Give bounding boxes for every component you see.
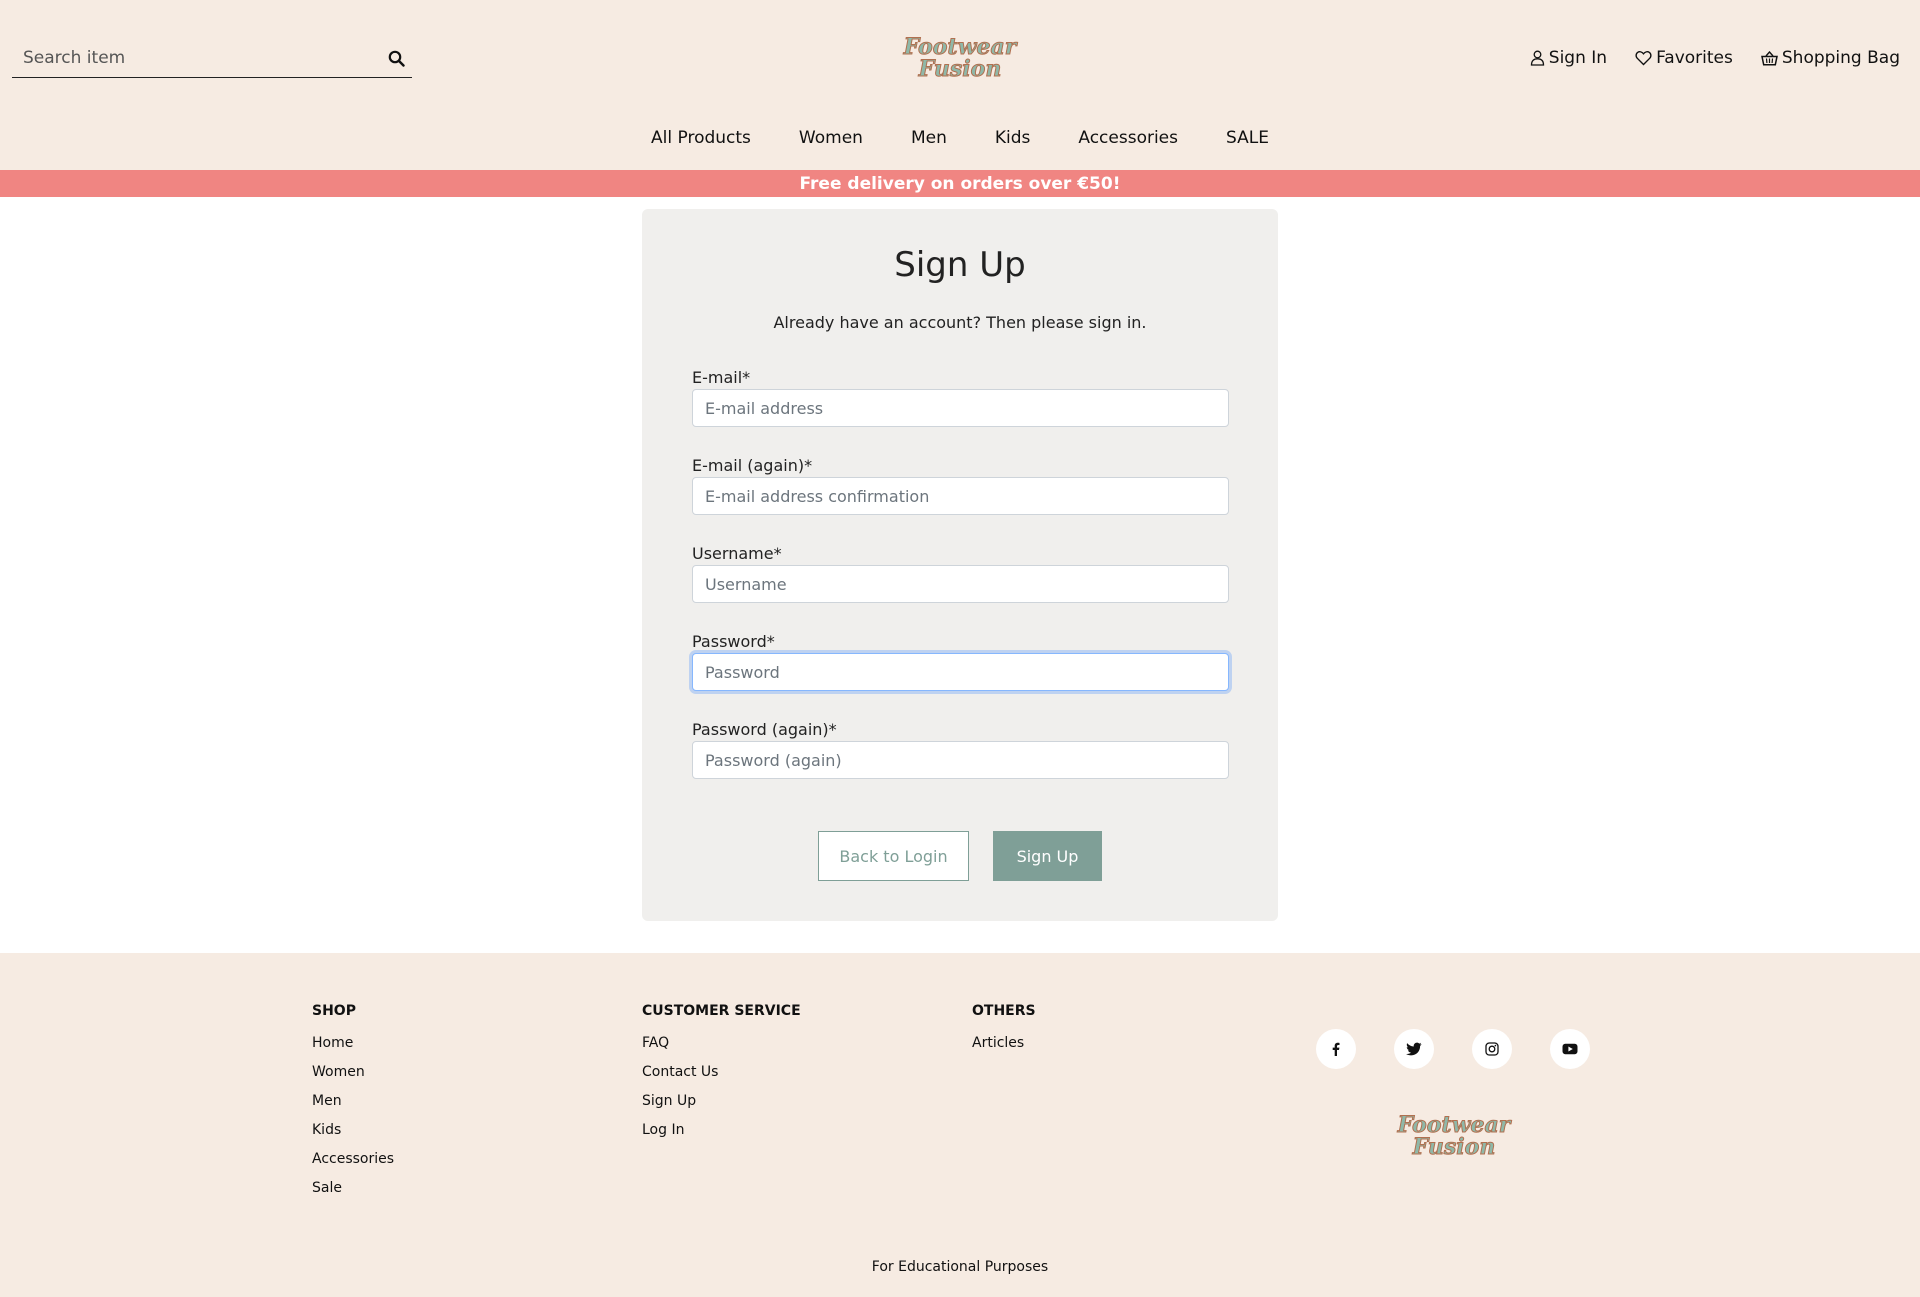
- footer-link-faq[interactable]: FAQ: [642, 1032, 801, 1061]
- instagram-icon[interactable]: [1472, 1029, 1512, 1069]
- footer-note: For Educational Purposes: [871, 1259, 1049, 1275]
- password-confirm-label: Password (again)*: [692, 720, 837, 739]
- email-label: E-mail*: [692, 368, 751, 387]
- password-label: Password*: [692, 632, 775, 651]
- footer-customer-service-heading: CUSTOMER SERVICE: [642, 1003, 801, 1019]
- email-confirm-field-group: E-mail (again)*: [692, 455, 1229, 515]
- username-label: Username*: [692, 544, 782, 563]
- sign-in-label: Sign In: [1548, 48, 1608, 68]
- footer-link-kids[interactable]: Kids: [312, 1119, 394, 1148]
- site-footer: SHOP Home Women Men Kids Accessories Sal…: [0, 953, 1920, 1297]
- footer-link-log-in[interactable]: Log In: [642, 1119, 801, 1148]
- password-input[interactable]: [692, 653, 1229, 691]
- brand-logo[interactable]: Footwear Fusion: [900, 30, 1020, 83]
- main-nav: All Products Women Men Kids Accessories …: [0, 128, 1920, 148]
- nav-sale[interactable]: SALE: [1202, 128, 1293, 148]
- email-confirm-input[interactable]: [692, 477, 1229, 515]
- nav-men[interactable]: Men: [887, 128, 971, 148]
- footer-link-home[interactable]: Home: [312, 1032, 394, 1061]
- signup-card: Sign Up Already have an account? Then pl…: [642, 209, 1278, 921]
- username-field-group: Username*: [692, 543, 1229, 603]
- social-links: [1316, 1029, 1590, 1069]
- favorites-label: Favorites: [1656, 48, 1733, 68]
- shopping-bag-label: Shopping Bag: [1781, 48, 1900, 68]
- footer-others-column: OTHERS Articles: [972, 1003, 1036, 1061]
- page-title: Sign Up: [894, 245, 1026, 285]
- heart-icon: [1635, 50, 1652, 66]
- sign-in-link[interactable]: Sign In: [1530, 48, 1607, 68]
- footer-link-sale[interactable]: Sale: [312, 1177, 394, 1206]
- username-input[interactable]: [692, 565, 1229, 603]
- favorites-link[interactable]: Favorites: [1635, 48, 1733, 68]
- email-confirm-label: E-mail (again)*: [692, 456, 813, 475]
- search-input[interactable]: [12, 40, 372, 76]
- password-confirm-field-group: Password (again)*: [692, 719, 1229, 779]
- password-field-group: Password*: [692, 631, 1229, 691]
- user-icon: [1530, 50, 1545, 66]
- footer-link-contact-us[interactable]: Contact Us: [642, 1061, 801, 1090]
- email-field-group: E-mail*: [692, 367, 1229, 427]
- footer-customer-service-column: CUSTOMER SERVICE FAQ Contact Us Sign Up …: [642, 1003, 801, 1148]
- search-bar: [12, 40, 412, 78]
- nav-accessories[interactable]: Accessories: [1054, 128, 1202, 148]
- footer-link-sign-up[interactable]: Sign Up: [642, 1090, 801, 1119]
- footer-link-articles[interactable]: Articles: [972, 1032, 1036, 1061]
- password-confirm-input[interactable]: [692, 741, 1229, 779]
- nav-women[interactable]: Women: [775, 128, 887, 148]
- account-nav: Sign In Favorites Shopping Bag: [1530, 48, 1900, 68]
- signin-prompt[interactable]: Already have an account? Then please sig…: [642, 313, 1278, 332]
- shopping-bag-link[interactable]: Shopping Bag: [1760, 48, 1900, 68]
- promo-banner: Free delivery on orders over €50!: [0, 170, 1920, 197]
- sign-up-button[interactable]: Sign Up: [993, 831, 1102, 881]
- nav-kids[interactable]: Kids: [971, 128, 1055, 148]
- back-to-login-button[interactable]: Back to Login: [818, 831, 969, 881]
- svg-text:Fusion: Fusion: [918, 56, 1002, 82]
- facebook-icon[interactable]: [1316, 1029, 1356, 1069]
- footer-shop-heading: SHOP: [312, 1003, 356, 1019]
- email-input[interactable]: [692, 389, 1229, 427]
- search-icon[interactable]: [384, 46, 408, 70]
- twitter-icon[interactable]: [1394, 1029, 1434, 1069]
- basket-icon: [1760, 50, 1778, 66]
- footer-others-heading: OTHERS: [972, 1003, 1036, 1019]
- footer-link-men[interactable]: Men: [312, 1090, 394, 1119]
- nav-all-products[interactable]: All Products: [627, 128, 775, 148]
- footer-link-women[interactable]: Women: [312, 1061, 394, 1090]
- footer-shop-column: SHOP Home Women Men Kids Accessories Sal…: [312, 1003, 394, 1206]
- footer-brand-logo[interactable]: Footwear Fusion: [1394, 1108, 1514, 1161]
- svg-text:Fusion: Fusion: [1412, 1134, 1496, 1160]
- site-header: Footwear Fusion Sign In Favorites: [0, 0, 1920, 170]
- footer-link-accessories[interactable]: Accessories: [312, 1148, 394, 1177]
- youtube-icon[interactable]: [1550, 1029, 1590, 1069]
